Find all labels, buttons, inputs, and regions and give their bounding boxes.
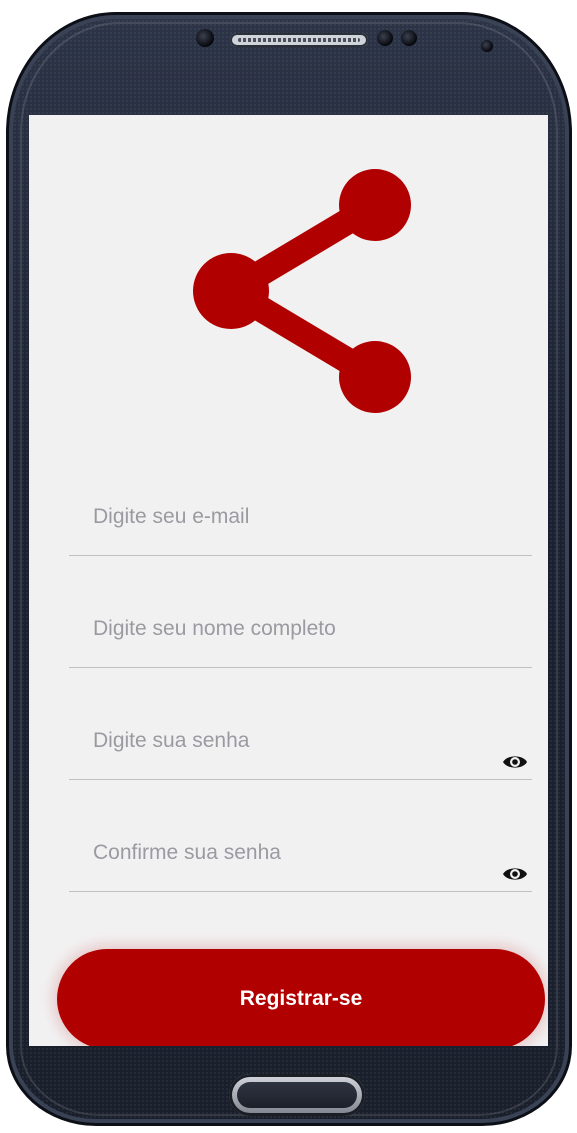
share-icon xyxy=(193,169,411,413)
proximity-sensor xyxy=(377,30,393,46)
eye-icon[interactable] xyxy=(502,865,528,883)
full-name-placeholder: Digite seu nome completo xyxy=(93,617,336,640)
email-placeholder: Digite seu e-mail xyxy=(93,505,250,528)
app-screen: Digite seu e-mail Digite seu nome comple… xyxy=(29,115,548,1046)
email-field[interactable]: Digite seu e-mail xyxy=(69,485,532,556)
light-sensor xyxy=(401,30,417,46)
register-button-label: Registrar-se xyxy=(239,987,363,1010)
full-name-field[interactable]: Digite seu nome completo xyxy=(69,597,532,668)
earpiece-speaker xyxy=(230,33,368,47)
device-frame: Digite seu e-mail Digite seu nome comple… xyxy=(0,0,577,1133)
home-button[interactable] xyxy=(229,1074,365,1116)
front-sensor xyxy=(196,29,214,47)
confirm-password-field[interactable]: Confirme sua senha xyxy=(69,821,532,892)
eye-icon[interactable] xyxy=(502,753,528,771)
register-button[interactable]: Registrar-se xyxy=(57,949,545,1046)
confirm-password-placeholder: Confirme sua senha xyxy=(93,841,281,864)
password-placeholder: Digite sua senha xyxy=(93,729,250,752)
password-field[interactable]: Digite sua senha xyxy=(69,709,532,780)
front-camera xyxy=(481,40,493,52)
